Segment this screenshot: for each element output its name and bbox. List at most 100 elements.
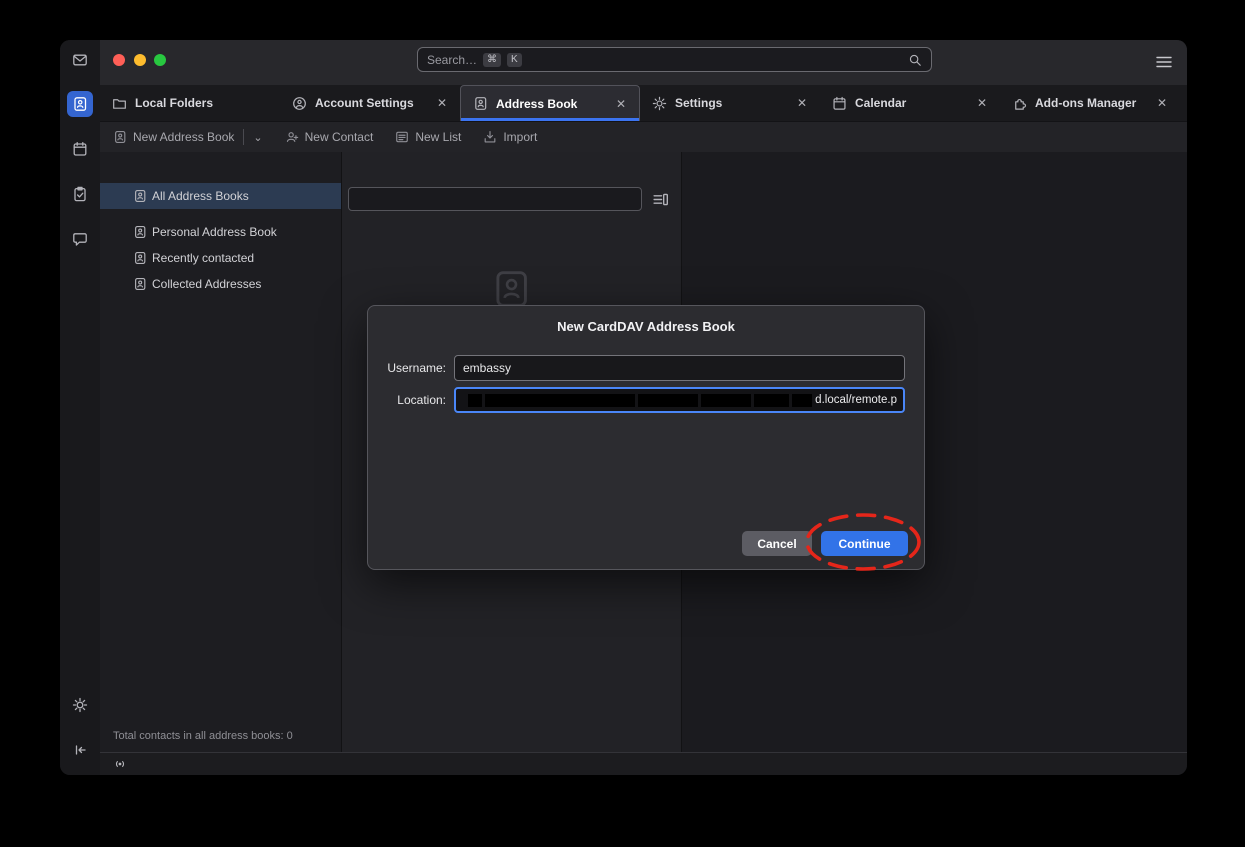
book-row-label: All Address Books bbox=[152, 189, 249, 203]
shortcut-k-keycap: K bbox=[507, 53, 522, 67]
cancel-button[interactable]: Cancel bbox=[742, 531, 812, 556]
import-button[interactable]: Import bbox=[483, 130, 537, 144]
book-row-label: Personal Address Book bbox=[152, 225, 277, 239]
app-menu-icon[interactable] bbox=[1155, 54, 1173, 70]
space-address-book-button[interactable] bbox=[67, 91, 93, 117]
calendar-icon bbox=[72, 141, 88, 157]
search-icon bbox=[908, 53, 922, 67]
space-tasks-button[interactable] bbox=[67, 181, 93, 207]
location-input[interactable]: d.local/remote.p bbox=[454, 387, 905, 413]
new-contact-icon bbox=[285, 130, 299, 144]
calendar-icon bbox=[832, 96, 847, 111]
desktop-background: Search… ⌘ K bbox=[0, 0, 1245, 847]
divider bbox=[243, 129, 244, 145]
tab-close-icon[interactable]: ✕ bbox=[436, 96, 448, 110]
username-input[interactable] bbox=[454, 355, 905, 381]
tab-close-icon[interactable]: ✕ bbox=[1156, 96, 1168, 110]
global-search-bar[interactable]: Search… ⌘ K bbox=[417, 47, 932, 72]
tab-label: Calendar bbox=[855, 96, 968, 110]
address-book-icon bbox=[133, 225, 147, 239]
redaction-bar bbox=[701, 394, 751, 407]
book-row-recently-contacted[interactable]: Recently contacted bbox=[100, 245, 341, 271]
space-mail-button[interactable] bbox=[67, 47, 93, 73]
collapse-sidebar-icon bbox=[72, 742, 88, 758]
book-row-personal[interactable]: Personal Address Book bbox=[100, 219, 341, 245]
space-chat-button[interactable] bbox=[67, 226, 93, 252]
tab-local-folders[interactable]: Local Folders bbox=[100, 85, 280, 121]
location-row: Location: d.local/remote.p bbox=[384, 387, 905, 413]
tab-label: Add-ons Manager bbox=[1035, 96, 1148, 110]
new-list-label: New List bbox=[415, 130, 461, 144]
address-book-icon bbox=[113, 130, 127, 144]
address-book-icon bbox=[133, 277, 147, 291]
tab-label: Settings bbox=[675, 96, 788, 110]
new-address-book-label: New Address Book bbox=[133, 130, 234, 144]
shortcut-cmd-keycap: ⌘ bbox=[483, 53, 501, 67]
tab-address-book[interactable]: Address Book ✕ bbox=[460, 85, 640, 121]
traffic-lights bbox=[113, 54, 166, 66]
location-label: Location: bbox=[384, 393, 446, 407]
import-icon bbox=[483, 130, 497, 144]
titlebar: Search… ⌘ K bbox=[100, 40, 1187, 85]
list-display-options-icon bbox=[652, 191, 669, 208]
tab-addons-manager[interactable]: Add-ons Manager ✕ bbox=[1000, 85, 1180, 121]
spaces-settings-button[interactable] bbox=[67, 692, 93, 718]
new-list-button[interactable]: New List bbox=[395, 130, 461, 144]
book-row-collected-addresses[interactable]: Collected Addresses bbox=[100, 271, 341, 297]
tab-label: Local Folders bbox=[135, 96, 268, 110]
location-redaction bbox=[468, 394, 812, 407]
network-status-icon[interactable] bbox=[112, 757, 128, 771]
status-bar bbox=[100, 752, 1187, 775]
spaces-toolbar bbox=[60, 40, 100, 775]
redaction-bar bbox=[792, 394, 812, 407]
address-book-toolbar: New Address Book ⌄ New Contact bbox=[100, 121, 1187, 152]
minimize-window-button[interactable] bbox=[134, 54, 146, 66]
address-book-icon bbox=[133, 189, 147, 203]
search-placeholder: Search… bbox=[427, 53, 477, 67]
tab-close-icon[interactable]: ✕ bbox=[796, 96, 808, 110]
continue-button[interactable]: Continue bbox=[821, 531, 908, 556]
address-books-pane: All Address Books Personal Address Book bbox=[100, 152, 342, 752]
book-row-label: Recently contacted bbox=[152, 251, 254, 265]
redaction-bar bbox=[754, 394, 789, 407]
address-book-icon bbox=[133, 251, 147, 265]
spaces-collapse-button[interactable] bbox=[67, 737, 93, 763]
address-book-icon bbox=[473, 96, 488, 111]
tab-bar: Local Folders Account Settings ✕ bbox=[100, 85, 1187, 121]
book-row-label: Collected Addresses bbox=[152, 277, 261, 291]
new-list-icon bbox=[395, 130, 409, 144]
new-contact-label: New Contact bbox=[305, 130, 374, 144]
new-address-book-button[interactable]: New Address Book ⌄ bbox=[113, 129, 263, 145]
book-row-all-address-books[interactable]: All Address Books bbox=[100, 183, 341, 209]
new-contact-button[interactable]: New Contact bbox=[285, 130, 374, 144]
tab-close-icon[interactable]: ✕ bbox=[976, 96, 988, 110]
chevron-down-icon[interactable]: ⌄ bbox=[253, 131, 262, 144]
address-books-list: All Address Books Personal Address Book bbox=[100, 183, 341, 297]
redaction-bar bbox=[638, 394, 698, 407]
account-icon bbox=[292, 96, 307, 111]
location-visible-text: d.local/remote.p bbox=[815, 394, 897, 406]
redaction-bar bbox=[468, 394, 482, 407]
mail-icon bbox=[72, 52, 88, 68]
space-calendar-button[interactable] bbox=[67, 136, 93, 162]
tab-settings[interactable]: Settings ✕ bbox=[640, 85, 820, 121]
tab-account-settings[interactable]: Account Settings ✕ bbox=[280, 85, 460, 121]
tasks-icon bbox=[72, 186, 88, 202]
gear-icon bbox=[652, 96, 667, 111]
dialog-title: New CardDAV Address Book bbox=[368, 319, 924, 334]
contacts-search-input[interactable] bbox=[348, 187, 642, 211]
display-options-button[interactable] bbox=[652, 191, 669, 213]
puzzle-icon bbox=[1012, 96, 1027, 111]
username-row: Username: bbox=[384, 355, 905, 381]
tab-label: Address Book bbox=[496, 97, 607, 111]
gear-icon bbox=[72, 697, 88, 713]
import-label: Import bbox=[503, 130, 537, 144]
zoom-window-button[interactable] bbox=[154, 54, 166, 66]
tab-close-icon[interactable]: ✕ bbox=[615, 97, 627, 111]
close-window-button[interactable] bbox=[113, 54, 125, 66]
new-carddav-dialog: New CardDAV Address Book Username: Locat… bbox=[367, 305, 925, 570]
total-contacts-status: Total contacts in all address books: 0 bbox=[113, 730, 293, 742]
tab-calendar[interactable]: Calendar ✕ bbox=[820, 85, 1000, 121]
address-book-icon bbox=[72, 96, 88, 112]
username-label: Username: bbox=[384, 361, 446, 375]
